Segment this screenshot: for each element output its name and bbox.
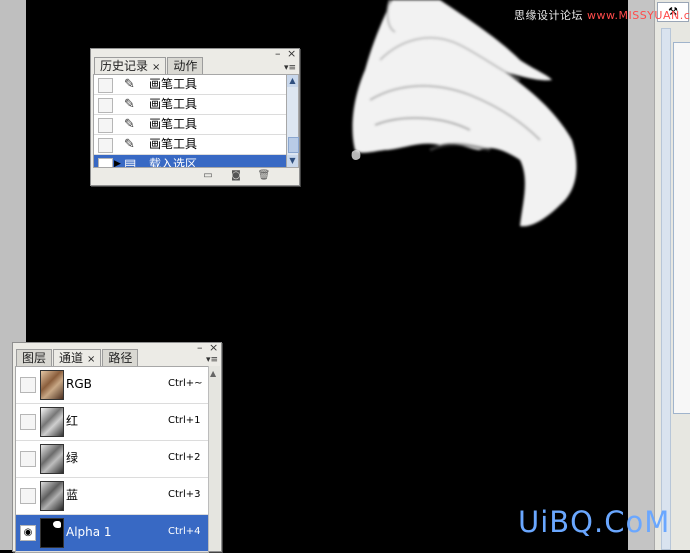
- scroll-up-icon[interactable]: ▲: [210, 369, 216, 378]
- trash-icon[interactable]: 🗑: [257, 170, 271, 181]
- scroll-down-icon[interactable]: ▼: [287, 155, 298, 167]
- visibility-toggle[interactable]: [20, 414, 36, 430]
- right-dock-content: [673, 42, 690, 414]
- tab-channels-label: 通道: [59, 351, 84, 365]
- brush-icon: ✎: [124, 77, 135, 92]
- history-item[interactable]: ✎ 画笔工具: [94, 95, 287, 115]
- channel-name: RGB: [66, 377, 92, 391]
- channel-thumbnail: [40, 370, 64, 400]
- close-icon[interactable]: ×: [287, 47, 296, 60]
- history-item-label: 画笔工具: [149, 77, 198, 91]
- channel-thumbnail: [40, 518, 64, 548]
- channel-shortcut: Ctrl+3: [168, 489, 201, 500]
- tab-paths-label: 路径: [108, 351, 133, 365]
- history-item-selected[interactable]: ▶ ▤ 载入选区: [94, 155, 287, 168]
- tab-actions-label: 动作: [173, 59, 198, 73]
- tab-layers-label: 图层: [22, 351, 47, 365]
- brush-icon: ✎: [124, 117, 135, 132]
- panel-menu-icon[interactable]: ▾≡: [205, 355, 219, 365]
- channel-row-green[interactable]: 绿 Ctrl+2: [16, 441, 208, 478]
- history-footer: ▭ ◙ 🗑: [201, 170, 271, 181]
- close-icon[interactable]: ×: [209, 341, 218, 354]
- tab-paths[interactable]: 路径: [102, 349, 139, 366]
- visibility-toggle[interactable]: [20, 451, 36, 467]
- minimize-icon[interactable]: –: [275, 47, 281, 60]
- channel-shortcut: Ctrl+~: [168, 378, 203, 389]
- brush-icon: ✎: [124, 97, 135, 112]
- minimize-icon[interactable]: –: [197, 341, 203, 354]
- watermark-bottom: UiBQ.CoM: [518, 505, 671, 539]
- tab-close-icon[interactable]: ×: [152, 62, 160, 73]
- scroll-thumb[interactable]: [288, 137, 299, 153]
- channel-name: 蓝: [66, 488, 79, 502]
- channel-name: 红: [66, 414, 79, 428]
- history-list: ✎ 画笔工具 ✎ 画笔工具 ✎ 画笔工具 ✎ 画笔工具 ▶ ▤ 载入选区: [93, 74, 288, 168]
- snapshot-source-checkbox[interactable]: [98, 158, 113, 167]
- new-document-icon[interactable]: ▭: [201, 170, 215, 181]
- channels-scrollbar[interactable]: ▲: [208, 366, 220, 551]
- snapshot-source-checkbox[interactable]: [98, 138, 113, 153]
- channel-shortcut: Ctrl+4: [168, 526, 201, 537]
- history-item[interactable]: ✎ 画笔工具: [94, 115, 287, 135]
- snapshot-source-checkbox[interactable]: [98, 98, 113, 113]
- right-dock-scrollbar[interactable]: [661, 28, 671, 550]
- channel-thumbnail: [40, 444, 64, 474]
- visibility-toggle[interactable]: [20, 377, 36, 393]
- channel-name: Alpha 1: [66, 525, 112, 539]
- snapshot-source-checkbox[interactable]: [98, 78, 113, 93]
- panel-menu-icon[interactable]: ▾≡: [283, 63, 297, 73]
- history-panel: – × 历史记录 × 动作 ▾≡ ✎ 画笔工具 ✎ 画笔工具 ✎ 画笔工具 ✎ 画…: [90, 47, 300, 186]
- history-item[interactable]: ✎ 画笔工具: [94, 75, 287, 95]
- tab-close-icon[interactable]: ×: [87, 354, 95, 365]
- watermark-top: 思缘设计论坛 www.MISSYUAN.com: [514, 7, 690, 23]
- channel-row-rgb[interactable]: RGB Ctrl+~: [16, 367, 208, 404]
- tab-history-label: 历史记录: [100, 59, 149, 73]
- channel-row-blue[interactable]: 蓝 Ctrl+3: [16, 478, 208, 515]
- snapshot-source-checkbox[interactable]: [98, 118, 113, 133]
- channel-name: 绿: [66, 451, 79, 465]
- history-item-label: 画笔工具: [149, 97, 198, 111]
- history-state-slider-icon[interactable]: ▶: [114, 159, 121, 167]
- tab-actions[interactable]: 动作: [167, 57, 204, 74]
- scroll-up-icon[interactable]: ▲: [287, 75, 298, 87]
- tab-channels[interactable]: 通道 ×: [53, 349, 102, 366]
- channel-thumbnail: [40, 481, 64, 511]
- history-item[interactable]: ✎ 画笔工具: [94, 135, 287, 155]
- history-tab-bar: 历史记录 × 动作: [94, 57, 204, 74]
- channel-row-alpha[interactable]: ◉ Alpha 1 Ctrl+4: [16, 515, 208, 552]
- history-item-label: 画笔工具: [149, 117, 198, 131]
- right-dock-panel: ⚒: [654, 0, 690, 550]
- channels-panel: – × 图层 通道 × 路径 ▾≡ RGB Ctrl+~ 红 Ctrl+1 绿 C…: [12, 341, 222, 553]
- channel-thumbnail: [40, 407, 64, 437]
- history-item-label: 载入选区: [149, 157, 198, 168]
- channels-list: RGB Ctrl+~ 红 Ctrl+1 绿 Ctrl+2 蓝 Ctrl+3 ◉ …: [15, 366, 209, 553]
- channel-shortcut: Ctrl+2: [168, 452, 201, 463]
- watermark-top-prefix: 思缘设计论坛: [514, 9, 583, 22]
- eye-icon[interactable]: ◉: [20, 525, 36, 541]
- channel-row-red[interactable]: 红 Ctrl+1: [16, 404, 208, 441]
- history-item-label: 画笔工具: [149, 137, 198, 151]
- tab-layers[interactable]: 图层: [16, 349, 53, 366]
- channel-shortcut: Ctrl+1: [168, 415, 201, 426]
- load-selection-icon: ▤: [124, 157, 137, 168]
- brush-icon: ✎: [124, 137, 135, 152]
- channels-tab-bar: 图层 通道 × 路径: [16, 349, 139, 366]
- tab-history[interactable]: 历史记录 ×: [94, 57, 167, 74]
- visibility-toggle[interactable]: [20, 488, 36, 504]
- watermark-top-site: www.MISSYUAN.com: [587, 9, 690, 22]
- history-scrollbar[interactable]: ▲ ▼: [286, 74, 299, 168]
- snapshot-camera-icon[interactable]: ◙: [229, 170, 243, 181]
- workspace-gutter-right: [628, 0, 654, 550]
